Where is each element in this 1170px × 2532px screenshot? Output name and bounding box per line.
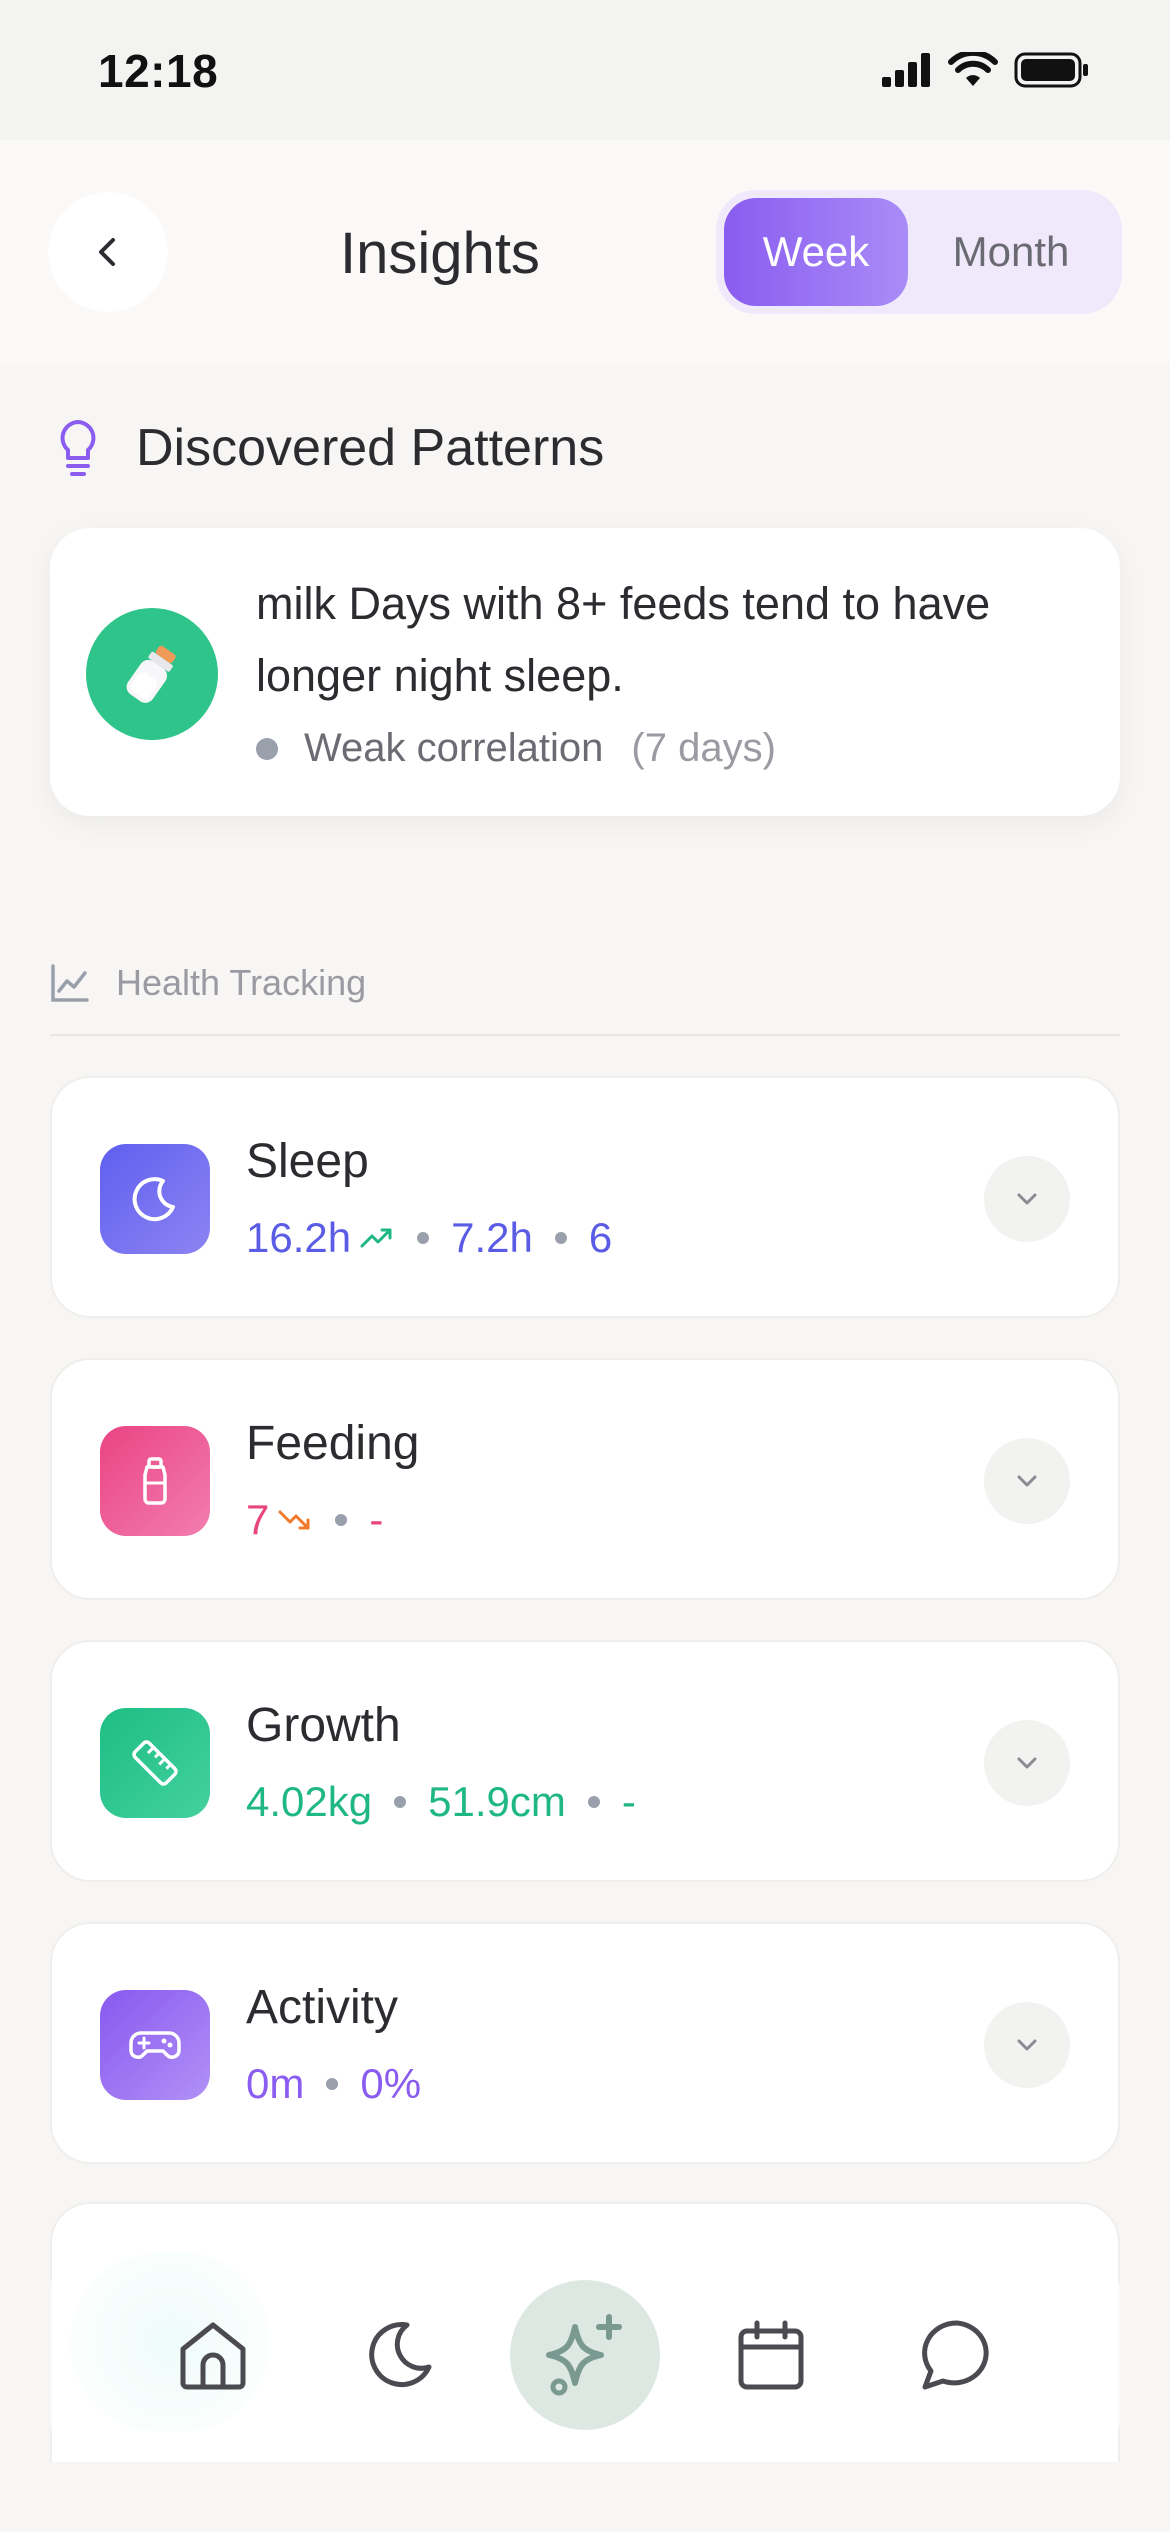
tab-insights[interactable] <box>510 2280 660 2430</box>
feeding-stats: 7 - <box>246 1496 383 1544</box>
status-time: 12:18 <box>98 45 219 97</box>
sleep-count: 6 <box>588 1214 613 1261</box>
patterns-header: Discovered Patterns <box>56 418 604 478</box>
separator-dot <box>587 1796 600 1808</box>
health-tracking-header: Health Tracking <box>50 962 366 1004</box>
separator-dot <box>554 1232 567 1244</box>
header: Insights Week Month <box>0 140 1170 364</box>
feeding-card[interactable]: Feeding 7 - <box>50 1358 1120 1600</box>
health-tracking-title: Health Tracking <box>116 962 367 1003</box>
chevron-down-icon <box>1017 2039 1037 2051</box>
line-chart-icon <box>51 964 89 1002</box>
lightbulb-icon <box>60 420 96 476</box>
wifi-icon <box>948 52 998 86</box>
battery-icon <box>1014 52 1088 88</box>
growth-card[interactable]: Growth 4.02kg 51.9cm - <box>50 1640 1120 1882</box>
chevron-down-icon <box>1017 1193 1037 1205</box>
divider <box>50 1034 1120 1036</box>
growth-secondary: - <box>621 1778 636 1825</box>
separator-dot <box>394 1796 407 1808</box>
tab-calendar[interactable] <box>696 2280 846 2430</box>
chevron-down-icon <box>1017 1475 1037 1487</box>
chevron-down-icon <box>1017 1757 1037 1769</box>
expand-button[interactable] <box>984 1156 1070 1242</box>
sparkles-icon <box>546 2314 622 2396</box>
separator-dot <box>326 2078 339 2090</box>
home-icon <box>180 2322 246 2390</box>
growth-stats: 4.02kg 51.9cm - <box>246 1778 636 1826</box>
activity-stats: 0m 0% <box>246 2060 421 2108</box>
pattern-card[interactable]: milk Days with 8+ feeds tend to have lon… <box>50 528 1120 816</box>
chat-bubble-icon <box>922 2320 989 2390</box>
signal-icon <box>882 53 930 87</box>
status-icons <box>882 52 1090 88</box>
sleep-title: Sleep <box>246 1135 369 1188</box>
status-bar: 12:18 <box>0 0 1170 140</box>
milk-bottle-icon <box>86 608 218 740</box>
trend-up-icon <box>360 1228 392 1248</box>
month-tab[interactable]: Month <box>908 198 1114 306</box>
moon-icon <box>100 1144 210 1254</box>
expand-button[interactable] <box>984 1720 1070 1806</box>
growth-height: 51.9cm <box>428 1778 566 1825</box>
pattern-text: milk Days with 8+ feeds tend to have lon… <box>256 578 991 701</box>
feeding-secondary: - <box>369 1496 384 1543</box>
correlation-period: (7 days) <box>631 726 776 770</box>
sleep-stats: 16.2h 7.2h 6 <box>246 1214 612 1262</box>
feeding-title: Feeding <box>246 1417 420 1470</box>
ruler-icon <box>100 1708 210 1818</box>
activity-title: Activity <box>246 1981 399 2034</box>
moon-icon <box>369 2322 432 2387</box>
sleep-card[interactable]: Sleep 16.2h 7.2h 6 <box>50 1076 1120 1318</box>
tab-sleep[interactable] <box>324 2280 474 2430</box>
calendar-icon <box>738 2320 804 2390</box>
week-tab[interactable]: Week <box>724 198 908 306</box>
tab-bar <box>50 2250 1120 2460</box>
activity-card[interactable]: Activity 0m 0% <box>50 1922 1120 2164</box>
pattern-meta: Weak correlation (7 days) <box>256 726 776 771</box>
sleep-total: 16.2h <box>246 1214 352 1261</box>
feeding-count: 7 <box>246 1496 270 1543</box>
growth-weight: 4.02kg <box>246 1778 373 1825</box>
correlation-strength: Weak correlation <box>304 726 604 770</box>
activity-duration: 0m <box>246 2060 305 2107</box>
activity-percent: 0% <box>360 2060 422 2107</box>
separator-dot <box>417 1232 430 1244</box>
section-title: Discovered Patterns <box>136 419 605 477</box>
tab-home[interactable] <box>138 2280 288 2430</box>
period-toggle: Week Month <box>716 190 1122 314</box>
gamepad-icon <box>100 1990 210 2100</box>
expand-button[interactable] <box>984 2002 1070 2088</box>
growth-title: Growth <box>246 1699 401 1752</box>
tab-chat[interactable] <box>882 2280 1032 2430</box>
sleep-average: 7.2h <box>451 1214 533 1261</box>
separator-dot <box>335 1514 348 1526</box>
correlation-dot <box>256 737 278 760</box>
bottle-icon <box>100 1426 210 1536</box>
trend-down-icon <box>278 1510 310 1530</box>
expand-button[interactable] <box>984 1438 1070 1524</box>
